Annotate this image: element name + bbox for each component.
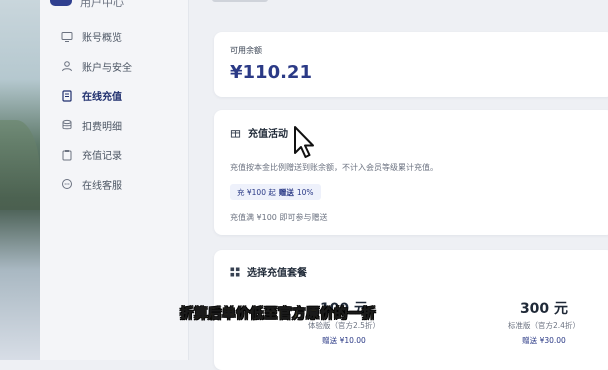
package-gift: 赠送 ¥10.00	[284, 335, 404, 346]
sidebar-item-account-overview[interactable]: 账号概览	[40, 22, 188, 52]
balance-label: 可用余额	[230, 46, 262, 55]
gift-value: ¥30.00	[539, 336, 566, 345]
badge-strong: 赠送	[278, 187, 294, 197]
gift-label: 赠送	[322, 336, 338, 345]
promo-title: 充值活动	[230, 125, 288, 140]
sidebar-nav: 账号概览 账户与安全 在线充值 扣费明细 充值记录 在线客服	[40, 22, 188, 199]
video-subtitle: 折算后单价低至官方原价的一折	[180, 306, 376, 323]
promo-badge: 充 ¥100 起 赠送 10%	[230, 184, 321, 200]
promo-note: 充值满 ¥100 即可参与赠送	[230, 213, 328, 222]
document-icon	[60, 89, 74, 103]
chat-icon	[60, 177, 74, 191]
badge-suffix: 10%	[296, 187, 314, 197]
page-title-cropped	[212, 0, 268, 2]
clipboard-icon	[60, 148, 74, 162]
brand-label: 用户中心	[80, 0, 124, 9]
database-icon	[60, 118, 74, 132]
sidebar-item-label: 扣费明细	[82, 121, 122, 133]
promo-card: 充值活动 充值按本金比例赠送到账余额，不计入会员等级累计充值。 充 ¥100 起…	[214, 110, 608, 235]
desktop-wallpaper	[0, 0, 40, 360]
grid-icon	[230, 267, 240, 276]
sidebar-item-label: 账户与安全	[82, 62, 132, 74]
package-card-300[interactable]: 300 元 标准版（官方2.4折） 赠送 ¥30.00	[484, 298, 604, 346]
brand-logo	[50, 0, 72, 6]
gift-label: 赠送	[522, 336, 538, 345]
sidebar-item-online-recharge[interactable]: 在线充值	[40, 81, 188, 111]
sidebar-item-account-security[interactable]: 账户与安全	[40, 52, 188, 82]
package-gift: 赠送 ¥30.00	[484, 335, 604, 346]
balance-amount: ¥110.21	[230, 62, 312, 83]
balance-card: 可用余额 ¥110.21	[214, 32, 608, 97]
sidebar-item-label: 在线客服	[82, 180, 122, 192]
package-price: 300 元	[519, 301, 569, 317]
badge-prefix: 充 ¥100 起	[237, 187, 276, 197]
sidebar-item-billing-details[interactable]: 扣费明细	[40, 111, 188, 141]
packages-title-text: 选择充值套餐	[247, 268, 307, 279]
user-icon	[60, 59, 74, 73]
packages-title: 选择充值套餐	[230, 264, 307, 279]
package-subtitle: 标准版（官方2.4折）	[508, 321, 580, 330]
sidebar-item-label: 账号概览	[82, 33, 122, 45]
mouse-pointer-icon	[293, 125, 317, 165]
monitor-icon	[60, 30, 74, 44]
sidebar-item-label: 充值记录	[82, 151, 122, 163]
sidebar-item-online-support[interactable]: 在线客服	[40, 170, 188, 200]
sidebar-item-recharge-records[interactable]: 充值记录	[40, 140, 188, 170]
sidebar: 用户中心 账号概览 账户与安全 在线充值 扣费明细 充值记录 在线客服	[40, 0, 189, 360]
gift-icon	[230, 130, 241, 138]
promo-title-text: 充值活动	[248, 129, 288, 140]
promo-description: 充值按本金比例赠送到账余额，不计入会员等级累计充值。	[230, 163, 438, 172]
gift-value: ¥10.00	[339, 336, 366, 345]
wallpaper-landscape	[0, 120, 40, 210]
sidebar-item-label: 在线充值	[82, 92, 122, 104]
